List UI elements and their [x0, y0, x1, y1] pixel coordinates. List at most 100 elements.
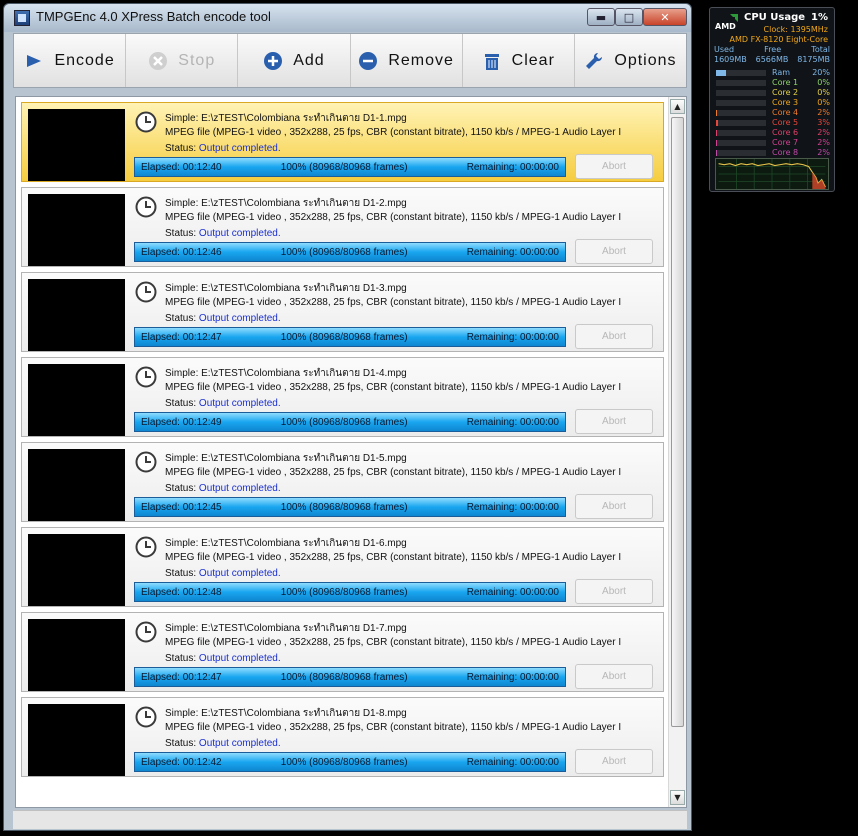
mem-used-header: Used: [714, 45, 735, 54]
usage-value: 0%: [817, 78, 830, 87]
batch-item[interactable]: Simple: E:\zTEST\Colombiana ระทำเกินตาย …: [21, 442, 664, 522]
remove-button[interactable]: Remove: [350, 34, 463, 87]
cpu-usage-gadget[interactable]: AMD CPU Usage 1% Clock: 1395MHz AMD FX-8…: [709, 7, 835, 192]
progress-bar: Elapsed: 00:12:48 100% (80968/80968 frame…: [134, 582, 566, 602]
usage-row: Core 1 0%: [714, 78, 830, 88]
clear-label: Clear: [511, 51, 555, 69]
batch-item[interactable]: Simple: E:\zTEST\Colombiana ระทำเกินตาย …: [21, 697, 664, 777]
batch-item[interactable]: Simple: E:\zTEST\Colombiana ระทำเกินตาย …: [21, 187, 664, 267]
amd-logo-icon: AMD: [715, 14, 738, 31]
item-source-name: Simple: E:\zTEST\Colombiana ระทำเกินตาย …: [165, 538, 407, 549]
item-format-info: MPEG file (MPEG-1 video , 352x288, 25 fp…: [165, 467, 622, 478]
progress-frames: 100% (80968/80968 frames): [280, 586, 408, 598]
abort-button[interactable]: Abort: [575, 579, 653, 604]
status-bar: [13, 810, 687, 829]
stop-label: Stop: [178, 51, 216, 69]
remaining-time: Remaining: 00:00:00: [466, 586, 559, 598]
abort-button[interactable]: Abort: [575, 664, 653, 689]
usage-fill: [716, 110, 717, 116]
cpu-model: AMD FX-8120 Eight-Core: [729, 35, 828, 44]
item-format-info: MPEG file (MPEG-1 video , 352x288, 25 fp…: [165, 212, 622, 223]
vertical-scrollbar[interactable]: ▲ ▼: [668, 97, 686, 807]
abort-button[interactable]: Abort: [575, 239, 653, 264]
remaining-time: Remaining: 00:00:00: [466, 246, 559, 258]
usage-row: Core 4 2%: [714, 108, 830, 118]
video-thumbnail: [28, 534, 125, 606]
usage-bar: [716, 90, 766, 96]
progress-bar: Elapsed: 00:12:47 100% (80968/80968 frame…: [134, 667, 566, 687]
usage-row: Core 5 3%: [714, 118, 830, 128]
elapsed-time: Elapsed: 00:12:47: [141, 331, 222, 343]
progress-bar: Elapsed: 00:12:45 100% (80968/80968 frame…: [134, 497, 566, 517]
item-source-name: Simple: E:\zTEST\Colombiana ระทำเกินตาย …: [165, 283, 407, 294]
elapsed-time: Elapsed: 00:12:48: [141, 586, 222, 598]
scroll-down-icon[interactable]: ▼: [670, 790, 685, 805]
memory-headers: Used Free Total: [714, 45, 830, 54]
usage-label: Core 2: [772, 88, 799, 97]
stop-button[interactable]: Stop: [126, 34, 239, 87]
close-button[interactable]: ✕: [643, 8, 687, 26]
elapsed-time: Elapsed: 00:12:40: [141, 161, 222, 173]
usage-row: Core 7 2%: [714, 138, 830, 148]
clock-icon: [135, 621, 157, 643]
batch-item[interactable]: Simple: E:\zTEST\Colombiana ระทำเกินตาย …: [21, 357, 664, 437]
item-status: Status: Output completed.: [165, 398, 281, 409]
status-label: Status:: [165, 313, 197, 324]
status-label: Status:: [165, 143, 197, 154]
scroll-thumb[interactable]: [671, 117, 684, 727]
usage-bar: [716, 120, 766, 126]
status-value: Output completed.: [198, 653, 281, 664]
usage-row: Core 3 0%: [714, 98, 830, 108]
status-label: Status:: [165, 398, 197, 409]
progress-frames: 100% (80968/80968 frames): [280, 501, 408, 513]
usage-bar: [716, 70, 766, 76]
progress-bar: Elapsed: 00:12:46 100% (80968/80968 frame…: [134, 242, 566, 262]
minimize-button[interactable]: ▬: [587, 8, 615, 26]
status-label: Status:: [165, 483, 197, 494]
usage-value: 3%: [817, 118, 830, 127]
title-bar[interactable]: TMPGEnc 4.0 XPress Batch encode tool ▬ □…: [4, 4, 691, 32]
batch-list[interactable]: Simple: E:\zTEST\Colombiana ระทำเกินตาย …: [15, 96, 687, 808]
item-status: Status: Output completed.: [165, 653, 281, 664]
status-value: Output completed.: [198, 228, 281, 239]
remaining-time: Remaining: 00:00:00: [466, 161, 559, 173]
usage-label: Core 4: [772, 108, 799, 117]
item-status: Status: Output completed.: [165, 143, 281, 154]
progress-frames: 100% (80968/80968 frames): [280, 161, 408, 173]
scroll-up-icon[interactable]: ▲: [670, 99, 685, 114]
mem-used-value: 1609MB: [714, 55, 747, 64]
usage-label: Core 3: [772, 98, 799, 107]
abort-button[interactable]: Abort: [575, 494, 653, 519]
progress-bar: Elapsed: 00:12:49 100% (80968/80968 frame…: [134, 412, 566, 432]
maximize-button[interactable]: □: [615, 8, 643, 26]
usage-bar: [716, 100, 766, 106]
add-label: Add: [293, 51, 325, 69]
play-icon: [24, 51, 44, 71]
progress-bar: Elapsed: 00:12:40 100% (80968/80968 frame…: [134, 157, 566, 177]
progress-frames: 100% (80968/80968 frames): [280, 756, 408, 768]
abort-button[interactable]: Abort: [575, 409, 653, 434]
abort-button[interactable]: Abort: [575, 154, 653, 179]
progress-frames: 100% (80968/80968 frames): [280, 671, 408, 683]
clear-button[interactable]: Clear: [462, 34, 575, 87]
batch-encode-window: TMPGEnc 4.0 XPress Batch encode tool ▬ □…: [3, 3, 692, 831]
abort-button[interactable]: Abort: [575, 324, 653, 349]
batch-item[interactable]: Simple: E:\zTEST\Colombiana ระทำเกินตาย …: [21, 102, 664, 182]
usage-fill: [716, 70, 726, 76]
batch-item[interactable]: Simple: E:\zTEST\Colombiana ระทำเกินตาย …: [21, 272, 664, 352]
item-format-info: MPEG file (MPEG-1 video , 352x288, 25 fp…: [165, 297, 622, 308]
status-label: Status:: [165, 568, 197, 579]
encode-button[interactable]: Encode: [14, 34, 127, 87]
batch-item[interactable]: Simple: E:\zTEST\Colombiana ระทำเกินตาย …: [21, 612, 664, 692]
item-status: Status: Output completed.: [165, 228, 281, 239]
usage-fill: [716, 130, 717, 136]
batch-item[interactable]: Simple: E:\zTEST\Colombiana ระทำเกินตาย …: [21, 527, 664, 607]
abort-button[interactable]: Abort: [575, 749, 653, 774]
mem-free-header: Free: [764, 45, 782, 54]
mem-free-value: 6566MB: [755, 55, 789, 64]
add-button[interactable]: Add: [238, 34, 351, 87]
item-format-info: MPEG file (MPEG-1 video , 352x288, 25 fp…: [165, 552, 622, 563]
options-button[interactable]: Options: [574, 34, 687, 87]
elapsed-time: Elapsed: 00:12:46: [141, 246, 222, 258]
usage-fill: [716, 120, 718, 126]
